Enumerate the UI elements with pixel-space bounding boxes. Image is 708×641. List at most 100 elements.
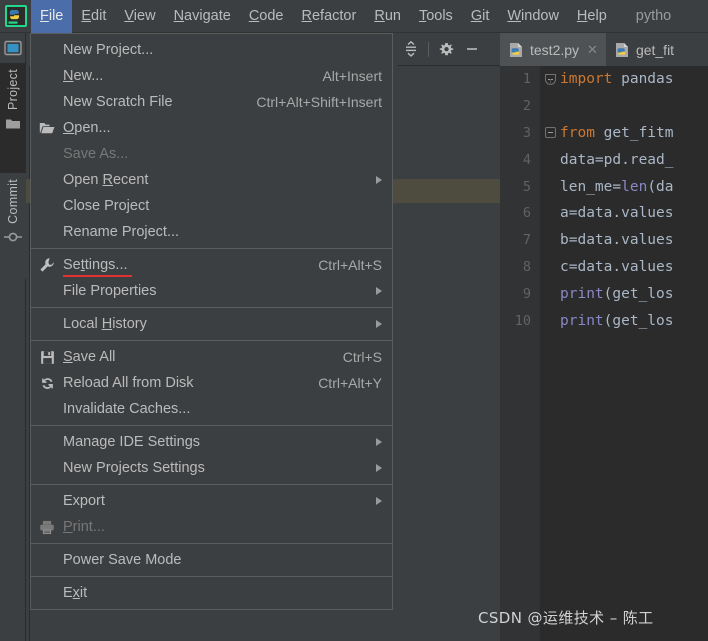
menu-item-label: Close Project	[63, 198, 150, 214]
menu-item-print: Print...	[31, 514, 392, 540]
menu-item-label: Save As...	[63, 146, 129, 162]
menu-item-file-properties[interactable]: File Properties	[31, 278, 392, 304]
menubar-item-window[interactable]: Window	[498, 0, 568, 33]
menu-separator	[31, 576, 392, 577]
collapse-all-icon[interactable]	[398, 36, 424, 62]
menu-item-new-project[interactable]: New Project...	[31, 37, 392, 63]
python-file-icon	[509, 42, 524, 58]
menubar-item-file[interactable]: File	[31, 0, 73, 33]
menu-item-label: Exit	[63, 585, 88, 601]
menubar-item-git[interactable]: Git	[462, 0, 499, 33]
editor-tab-getfit[interactable]: get_fit	[606, 33, 682, 66]
editor-tab-test2[interactable]: test2.py ✕	[500, 33, 606, 66]
menu-item-shortcut: Ctrl+Alt+Shift+Insert	[256, 94, 382, 110]
fold-marker[interactable]	[540, 73, 560, 85]
menubar-item-help[interactable]: Help	[568, 0, 616, 33]
chevron-right-icon	[376, 320, 382, 328]
menu-item-open-recent[interactable]: Open Recent	[31, 167, 392, 193]
code-line: 5 len_me=len(da	[500, 173, 708, 200]
commit-node-glyph	[4, 232, 22, 242]
menu-item-reload-all-from-disk[interactable]: Reload All from Disk Ctrl+Alt+Y	[31, 370, 392, 396]
line-number: 6	[522, 205, 531, 222]
menu-item-label: Settings...	[63, 257, 128, 273]
menu-item-label: New Project...	[63, 42, 154, 58]
menu-item-shortcut: Ctrl+Alt+S	[318, 257, 382, 273]
save-icon	[39, 349, 55, 365]
menubar-item-label: Navigate	[173, 7, 231, 24]
code-text: from get_fitm	[560, 124, 674, 141]
code-text: b=data.values	[560, 232, 674, 249]
chevron-right-icon	[376, 497, 382, 505]
code-line: 6 a=data.values	[500, 200, 708, 227]
menubar-item-edit[interactable]: Edit	[72, 0, 115, 33]
menu-separator	[31, 340, 392, 341]
menu-item-exit[interactable]: Exit	[31, 580, 392, 606]
fold-line	[550, 79, 551, 85]
code-text: a=data.values	[560, 205, 674, 222]
menubar-item-label: Help	[576, 7, 607, 24]
code-line: 2	[500, 93, 708, 120]
menubar-item-label: Code	[248, 7, 284, 24]
menubar-item-refactor[interactable]: Refactor	[293, 0, 366, 33]
sidebar-item-project-label: Project	[6, 69, 20, 111]
menu-item-local-history[interactable]: Local History	[31, 311, 392, 337]
menubar-item-code[interactable]: Code	[240, 0, 293, 33]
menubar-item-view[interactable]: View	[115, 0, 164, 33]
menu-item-new[interactable]: New... Alt+Insert	[31, 63, 392, 89]
minimize-icon[interactable]	[459, 36, 485, 62]
menu-item-open[interactable]: Open...	[31, 115, 392, 141]
watermark-text: CSDN @运维技术 – 陈工	[478, 609, 654, 627]
editor-pane: test2.py ✕ get_fit 1 import pandas 2 3 from …	[500, 33, 708, 641]
menu-item-label: New...	[63, 68, 104, 84]
code-line: 10 print(get_los	[500, 307, 708, 334]
code-lines: 1 import pandas 2 3 from get_fitm 4 data=pd.re…	[500, 66, 708, 334]
menu-item-close-project[interactable]: Close Project	[31, 193, 392, 219]
menubar-item-run[interactable]: Run	[365, 0, 410, 33]
menu-item-invalidate-caches[interactable]: Invalidate Caches...	[31, 396, 392, 422]
wrench-icon	[39, 257, 55, 273]
fold-collapse-icon[interactable]	[544, 127, 556, 139]
file-menu-dropdown: New Project... New... Alt+Insert New Scratc…	[30, 33, 393, 610]
menu-item-label: Open Recent	[63, 172, 149, 188]
fold-marker[interactable]	[540, 127, 560, 139]
file-menu-items: New Project... New... Alt+Insert New Scratc…	[31, 37, 392, 606]
menubar-item-label: Run	[374, 7, 401, 24]
python-file-glyph	[510, 42, 522, 57]
menu-item-export[interactable]: Export	[31, 488, 392, 514]
menu-item-manage-ide-settings[interactable]: Manage IDE Settings	[31, 429, 392, 455]
menu-item-rename-project[interactable]: Rename Project...	[31, 219, 392, 245]
menu-item-new-scratch-file[interactable]: New Scratch File Ctrl+Alt+Shift+Insert	[31, 89, 392, 115]
chevron-right-icon	[376, 438, 382, 446]
menu-item-label: Local History	[63, 316, 147, 332]
menubar-item-label: Refactor	[301, 7, 357, 24]
editor-tab-label: test2.py	[530, 41, 580, 58]
tool-window-glyph	[4, 40, 22, 56]
menu-separator	[31, 248, 392, 249]
close-icon[interactable]: ✕	[587, 42, 598, 58]
tool-window-icon[interactable]	[0, 33, 26, 63]
code-editor[interactable]: 1 import pandas 2 3 from get_fitm 4 data=pd.re…	[500, 66, 708, 641]
menu-item-label: Manage IDE Settings	[63, 434, 201, 450]
menu-item-save-as: Save As...	[31, 141, 392, 167]
line-number: 9	[522, 285, 531, 302]
sidebar-item-commit[interactable]: Commit	[0, 173, 26, 279]
menu-item-label: New Scratch File	[63, 94, 173, 110]
window-title: pytho	[635, 8, 672, 24]
menu-item-new-projects-settings[interactable]: New Projects Settings	[31, 455, 392, 481]
menu-item-label: Invalidate Caches...	[63, 401, 191, 417]
folder-open-icon	[39, 120, 55, 136]
menubar-item-navigate[interactable]: Navigate	[165, 0, 240, 33]
line-number: 1	[522, 71, 531, 88]
sidebar-item-project[interactable]: Project	[0, 63, 26, 173]
editor-tab-label: get_fit	[635, 41, 675, 58]
gear-icon[interactable]	[433, 36, 459, 62]
folder-icon	[5, 117, 21, 130]
menu-item-power-save-mode[interactable]: Power Save Mode	[31, 547, 392, 573]
code-line: 9 print(get_los	[500, 280, 708, 307]
menu-item-label: New Projects Settings	[63, 460, 205, 476]
menubar-item-tools[interactable]: Tools	[410, 0, 462, 33]
menu-item-settings[interactable]: Settings... Ctrl+Alt+S	[31, 252, 392, 278]
menu-item-label: File Properties	[63, 283, 157, 299]
code-line: 7 b=data.values	[500, 227, 708, 254]
menu-item-save-all[interactable]: Save All Ctrl+S	[31, 344, 392, 370]
